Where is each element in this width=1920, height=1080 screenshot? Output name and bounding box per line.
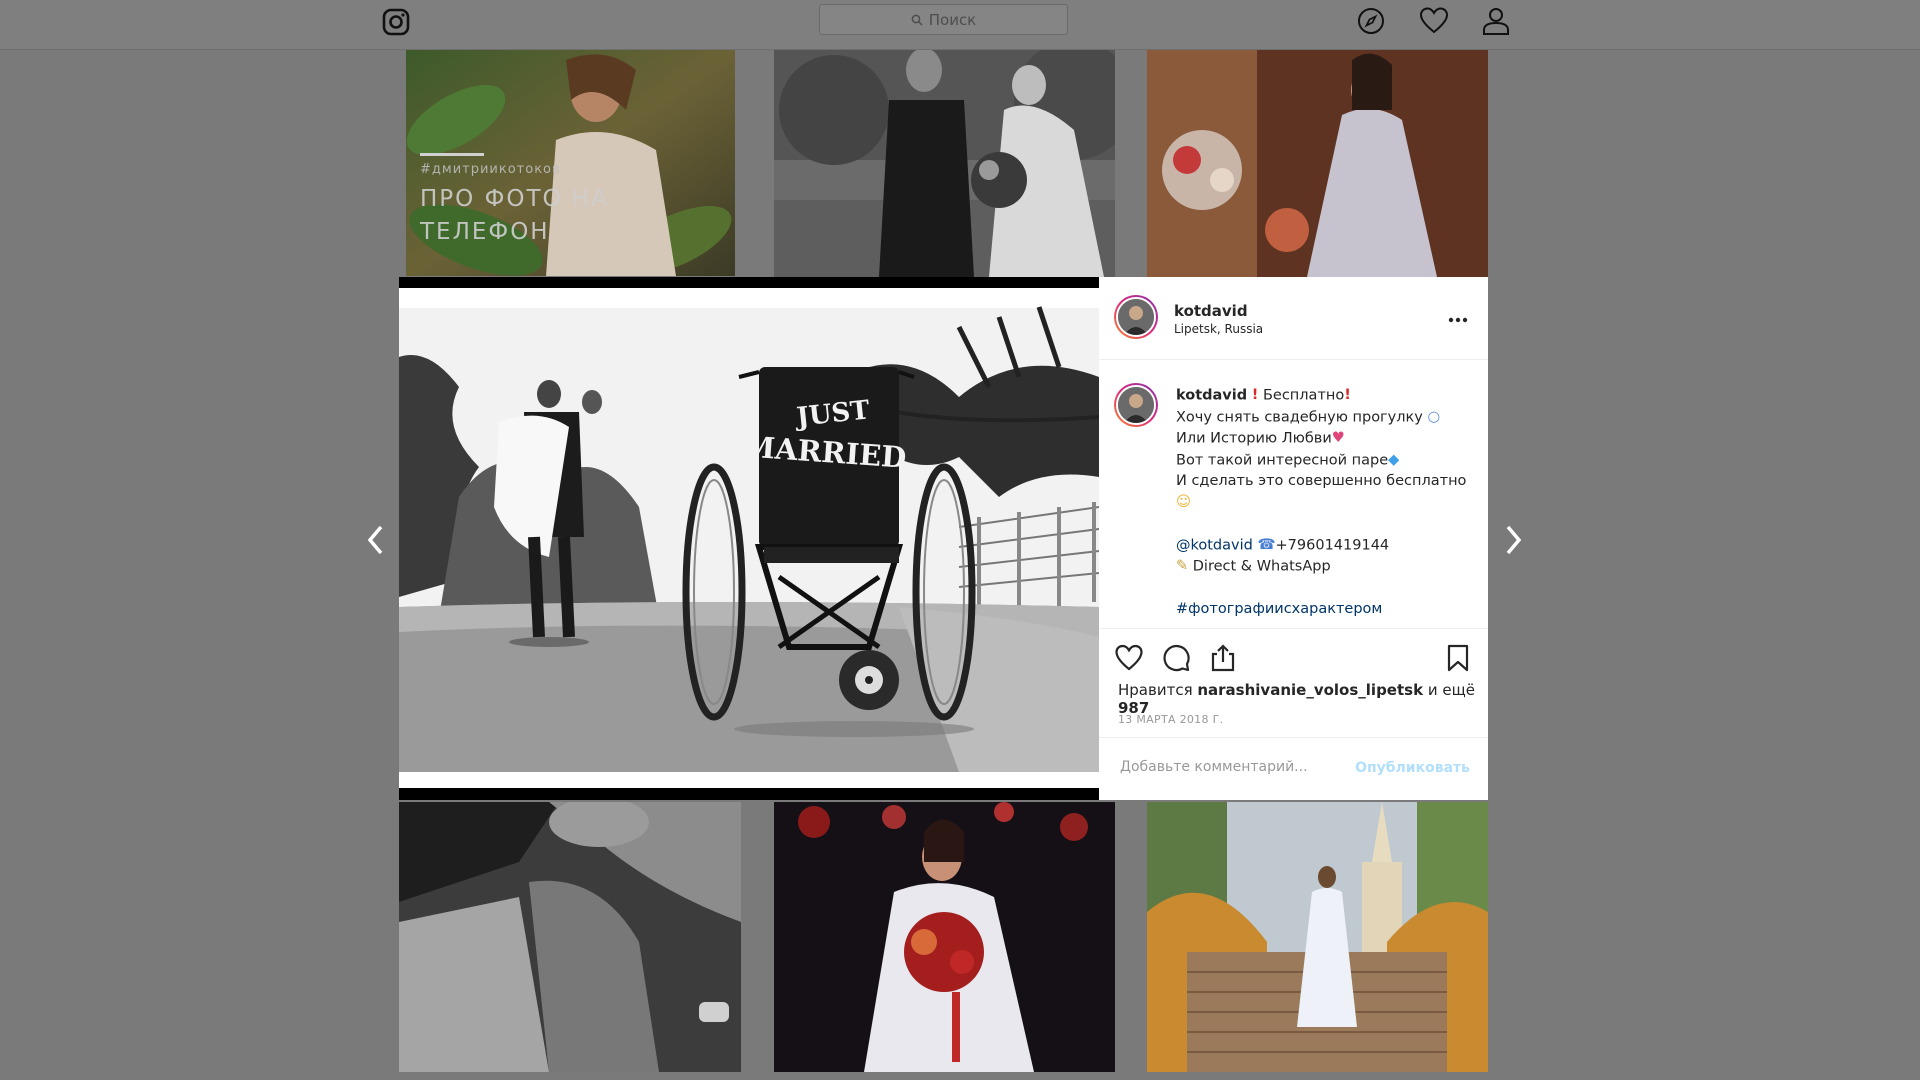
caption-line-6: ☺ [1176, 492, 1476, 514]
caption-avatar[interactable] [1114, 383, 1158, 427]
caption-hashtag-link[interactable]: #фотографиисхарактером [1176, 601, 1382, 617]
exclamation-emoji-icon: ! [1344, 387, 1351, 403]
hugging-emoji-icon: ☺ [1176, 494, 1192, 510]
comment-icon[interactable] [1161, 643, 1191, 673]
bookmark-icon[interactable] [1443, 643, 1473, 673]
grid-photo [399, 802, 741, 1072]
caption-line-2: Хочу снять свадебную прогулку ○ [1176, 407, 1476, 429]
grid-post-hands-bw[interactable] [399, 802, 741, 1072]
chevron-right-icon[interactable] [1502, 523, 1524, 557]
couple-heart-emoji-icon: ♥ [1331, 430, 1345, 446]
gem-emoji-icon: ◆ [1388, 451, 1400, 468]
likes-summary: Нравится narashivanie_volos_lipetsk и ещ… [1118, 681, 1488, 717]
search-placeholder: Поиск [928, 10, 977, 29]
grid-post-phone-photo[interactable]: #дмитриикотоков ПРО ФОТО НА ТЕЛЕФОН [406, 50, 735, 276]
grid-post-bride-brick[interactable] [1147, 50, 1488, 277]
post-date: 13 МАРТА 2018 Г. [1118, 713, 1224, 726]
caption-line-2-text: Хочу снять свадебную прогулку [1176, 409, 1423, 425]
ring-emoji-icon: ○ [1427, 408, 1441, 425]
caption-line-4-text: Вот такой интересной паре [1176, 452, 1389, 468]
avatar[interactable] [1114, 295, 1158, 339]
likes-suffix: и ещё [1423, 681, 1475, 699]
caption-line-4: Вот такой интересной паре◆ [1176, 450, 1476, 472]
caption-contact: @kotdavid ☎+79601419144 [1176, 535, 1476, 557]
heart-icon[interactable] [1419, 6, 1449, 36]
post-photo[interactable]: JUST MARRIED [399, 277, 1100, 800]
memo-emoji-icon: ✎ [1176, 558, 1189, 574]
likes-prefix: Нравится [1118, 681, 1198, 699]
post-actions-section: Нравится narashivanie_volos_lipetsk и ещ… [1099, 628, 1488, 800]
heart-outline-icon[interactable] [1114, 643, 1144, 673]
phone-emoji-icon: ☎ [1257, 536, 1276, 553]
caption-line-1: kotdavid ! Бесплатно! [1176, 385, 1476, 407]
compass-icon[interactable] [1356, 6, 1386, 36]
grid-post-bride-bouquet[interactable] [774, 802, 1115, 1072]
search-icon [911, 14, 923, 26]
caption-username[interactable]: kotdavid [1176, 388, 1247, 404]
avatar-photo [1118, 387, 1154, 423]
comment-input[interactable] [1118, 758, 1352, 776]
post-caption: kotdavid ! Бесплатно! Хочу снять свадебн… [1099, 361, 1488, 628]
caption-mention-link[interactable]: @kotdavid [1176, 537, 1253, 553]
post-location[interactable]: Lipetsk, Russia [1174, 322, 1263, 336]
tile-title-line2: ТЕЛЕФОН [420, 219, 550, 245]
grid-photo [774, 802, 1115, 1072]
caption-line-5: И сделать это совершенно бесплатно [1176, 473, 1467, 489]
caption-line-1-text: Бесплатно [1258, 387, 1345, 404]
share-icon[interactable] [1208, 643, 1238, 673]
post-photo-wheelchair-just-married: JUST MARRIED [399, 277, 1100, 800]
caption-contact-2: ✎ Direct & WhatsApp [1176, 556, 1476, 578]
caption-hashtag-line: #фотографиисхарактером [1176, 599, 1476, 620]
grid-photo [1147, 802, 1488, 1072]
grid-post-bride-temple[interactable] [1147, 802, 1488, 1072]
avatar-image [1116, 297, 1156, 337]
grid-photo [1147, 50, 1488, 277]
post-detail-panel: kotdavid Lipetsk, Russia kotdavid ! Бесп… [1099, 277, 1488, 800]
post-author-username[interactable]: kotdavid [1174, 302, 1263, 320]
tile-caption-overlay: #дмитриикотоков ПРО ФОТО НА ТЕЛЕФОН [420, 162, 609, 249]
avatar-image [1116, 385, 1156, 425]
top-navigation-bar: Поиск [0, 0, 1920, 50]
caption-text: kotdavid ! Бесплатно! Хочу снять свадебн… [1176, 385, 1476, 620]
likes-user-link[interactable]: narashivanie_volos_lipetsk [1197, 681, 1423, 699]
post-author-block: kotdavid Lipetsk, Russia [1174, 302, 1263, 336]
caption-line-3: Или Историю Любви♥ [1176, 428, 1476, 450]
ellipsis-icon[interactable] [1448, 317, 1468, 323]
grid-post-couple-bw[interactable] [774, 50, 1115, 277]
comment-form: Опубликовать [1099, 737, 1488, 801]
post-header: kotdavid Lipetsk, Russia [1099, 277, 1488, 360]
publish-button[interactable]: Опубликовать [1355, 760, 1470, 776]
tile-hashtag: #дмитриикотоков [420, 162, 561, 177]
tile-title-line1: ПРО ФОТО НА [420, 186, 609, 212]
grid-photo [774, 50, 1115, 277]
search-input[interactable]: Поиск [819, 4, 1068, 35]
chevron-left-icon[interactable] [365, 523, 387, 557]
avatar-photo [1118, 299, 1154, 335]
tile-decor-line [420, 153, 484, 156]
caption-line-3-text: Или Историю Любви [1176, 430, 1332, 447]
user-icon[interactable] [1481, 6, 1511, 36]
instagram-logo-icon[interactable] [382, 8, 410, 36]
caption-contact-text: Direct & WhatsApp [1188, 558, 1331, 575]
caption-phone: +79601419144 [1275, 537, 1390, 553]
